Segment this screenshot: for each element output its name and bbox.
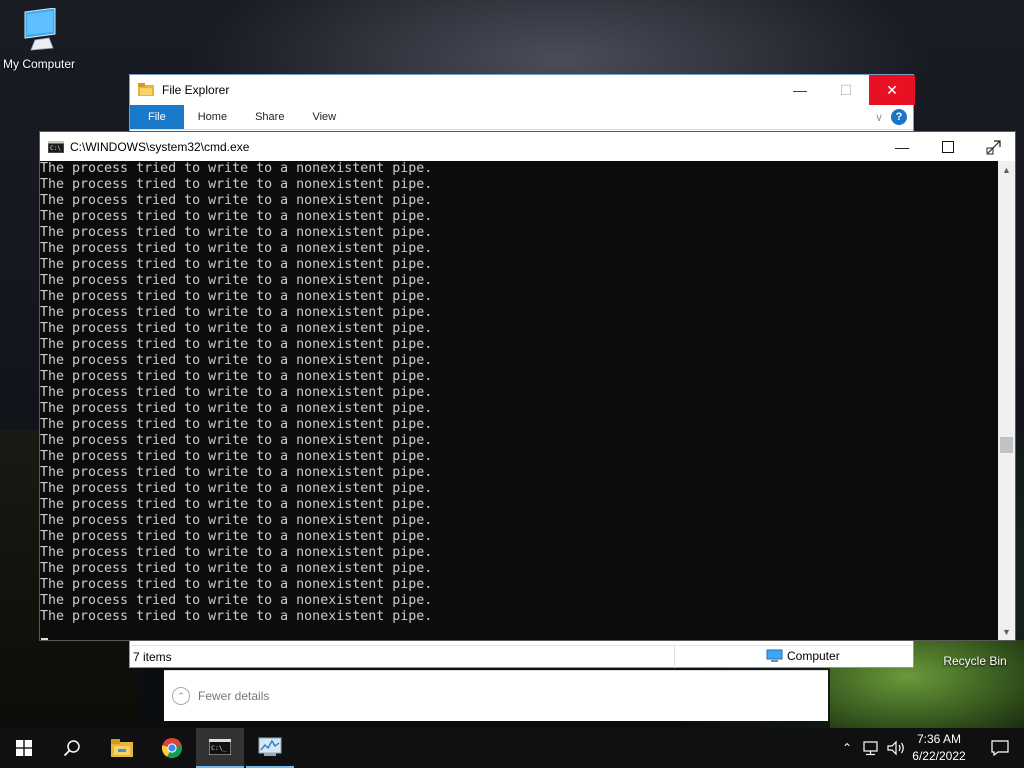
fewer-details-label: Fewer details [198, 689, 270, 703]
explorer-title: File Explorer [162, 83, 230, 97]
console-line: The process tried to write to a nonexist… [40, 481, 433, 496]
scroll-up-arrow-icon[interactable]: ▲ [998, 161, 1015, 178]
status-location: Computer [766, 649, 840, 663]
console-line: The process tried to write to a nonexist… [40, 385, 433, 400]
minimize-icon: — [793, 82, 807, 98]
maximize-icon: ☐ [839, 81, 853, 98]
desktop-icon-label: Recycle Bin [943, 654, 1007, 668]
maximize-icon [942, 140, 954, 153]
tab-home[interactable]: Home [184, 105, 241, 129]
close-button[interactable]: ✕ [869, 75, 915, 105]
cmd-titlebar[interactable]: C:\ C:\WINDOWS\system32\cmd.exe — [40, 132, 1015, 161]
taskbar-cmd[interactable]: C:\_ [196, 728, 244, 768]
console-line: The process tried to write to a nonexist… [40, 369, 433, 384]
svg-text:C:\: C:\ [50, 145, 61, 152]
fewer-details-button[interactable]: ⌃ Fewer details [172, 687, 269, 705]
help-icon[interactable]: ? [891, 109, 907, 125]
console-line: The process tried to write to a nonexist… [40, 545, 433, 560]
status-location-label: Computer [787, 649, 840, 663]
cmd-maximize-button[interactable] [925, 132, 971, 161]
network-icon[interactable] [862, 740, 880, 756]
taskbar-clock[interactable]: 7:36 AM 6/22/2022 [902, 728, 976, 768]
close-icon: ✕ [886, 81, 898, 98]
tab-share[interactable]: Share [241, 105, 298, 129]
notification-icon [991, 740, 1009, 756]
console-line: The process tried to write to a nonexist… [40, 257, 433, 272]
file-explorer-icon [111, 739, 133, 757]
console-line: The process tried to write to a nonexist… [40, 417, 433, 432]
taskbar-task-manager[interactable] [246, 728, 294, 768]
console-line: The process tried to write to a nonexist… [40, 289, 433, 304]
console-output[interactable]: The process tried to write to a nonexist… [40, 161, 999, 640]
cmd-icon: C:\ [48, 140, 64, 153]
console-line: The process tried to write to a nonexist… [40, 577, 433, 592]
tab-file[interactable]: File [130, 105, 184, 129]
action-center-button[interactable] [976, 728, 1024, 768]
minimize-icon: — [895, 138, 909, 155]
task-manager-icon [258, 737, 282, 756]
explorer-statusbar: 7 items Computer [130, 645, 913, 668]
console-line: The process tried to write to a nonexist… [40, 561, 433, 576]
cmd-title: C:\WINDOWS\system32\cmd.exe [70, 139, 250, 154]
console-line: The process tried to write to a nonexist… [40, 609, 433, 624]
console-scrollbar[interactable]: ▲ ▼ [998, 161, 1015, 640]
console-line: The process tried to write to a nonexist… [40, 529, 433, 544]
console-line: The process tried to write to a nonexist… [40, 209, 433, 224]
console-line: The process tried to write to a nonexist… [40, 433, 433, 448]
start-button[interactable] [0, 728, 48, 768]
cmd-icon: C:\_ [209, 739, 231, 755]
maximize-button[interactable]: ☐ [823, 75, 869, 105]
monitor-icon [24, 7, 56, 51]
windows-start-icon [16, 740, 32, 756]
cmd-resize-button[interactable] [971, 132, 1017, 161]
console-line: The process tried to write to a nonexist… [40, 225, 433, 240]
status-item-count: 7 items [133, 650, 172, 664]
desktop-icon-recycle-bin[interactable]: Recycle Bin [938, 652, 1012, 668]
console-line: The process tried to write to a nonexist… [40, 401, 433, 416]
taskbar-chrome[interactable] [148, 728, 196, 768]
chevron-up-icon: ⌃ [172, 687, 190, 705]
console-line: The process tried to write to a nonexist… [40, 193, 433, 208]
desktop-icon-my-computer[interactable]: My Computer [0, 7, 78, 71]
desktop-icon-label: My Computer [2, 57, 76, 71]
console-line: The process tried to write to a nonexist… [40, 305, 433, 320]
folder-icon [138, 83, 154, 96]
clock-time: 7:36 AM [916, 732, 962, 746]
taskbar-file-explorer[interactable] [98, 728, 146, 768]
console-line: The process tried to write to a nonexist… [40, 337, 433, 352]
taskbar: C:\_ ⌃ 7:36 AM 6/22/2022 [0, 728, 1024, 768]
system-tray: ⌃ [838, 728, 906, 768]
cmd-minimize-button[interactable]: — [879, 132, 925, 161]
search-icon [63, 740, 80, 757]
console-line: The process tried to write to a nonexist… [40, 353, 433, 368]
scroll-down-arrow-icon[interactable]: ▼ [998, 623, 1015, 640]
svg-text:C:\_: C:\_ [211, 744, 227, 752]
console-cursor [41, 638, 48, 640]
chrome-icon [161, 738, 183, 759]
console-line: The process tried to write to a nonexist… [40, 593, 433, 608]
console-line: The process tried to write to a nonexist… [40, 241, 433, 256]
console-line: The process tried to write to a nonexist… [40, 321, 433, 336]
explorer-titlebar[interactable]: File Explorer — ☐ ✕ [130, 75, 915, 105]
ribbon-expand-icon[interactable]: ∨ [875, 111, 883, 124]
explorer-ribbon: File Home Share View ∨ ? [130, 105, 913, 130]
cmd-window[interactable]: C:\ C:\WINDOWS\system32\cmd.exe — The pr… [39, 131, 1016, 641]
resize-arrow-icon [986, 139, 1001, 154]
clock-date: 6/22/2022 [912, 749, 966, 763]
search-button[interactable] [48, 728, 96, 768]
computer-icon [766, 649, 783, 662]
tab-view[interactable]: View [298, 105, 350, 129]
console-line: The process tried to write to a nonexist… [40, 177, 433, 192]
console-line: The process tried to write to a nonexist… [40, 273, 433, 288]
console-line: The process tried to write to a nonexist… [40, 449, 433, 464]
console-line: The process tried to write to a nonexist… [40, 497, 433, 512]
minimize-button[interactable]: — [777, 75, 823, 105]
tray-chevron-up-icon[interactable]: ⌃ [838, 741, 856, 755]
scrollbar-thumb[interactable] [1000, 437, 1013, 453]
console-line: The process tried to write to a nonexist… [40, 161, 433, 176]
console-line: The process tried to write to a nonexist… [40, 465, 433, 480]
task-manager-dialog: ⌃ Fewer details [164, 670, 828, 721]
console-line: The process tried to write to a nonexist… [40, 513, 433, 528]
